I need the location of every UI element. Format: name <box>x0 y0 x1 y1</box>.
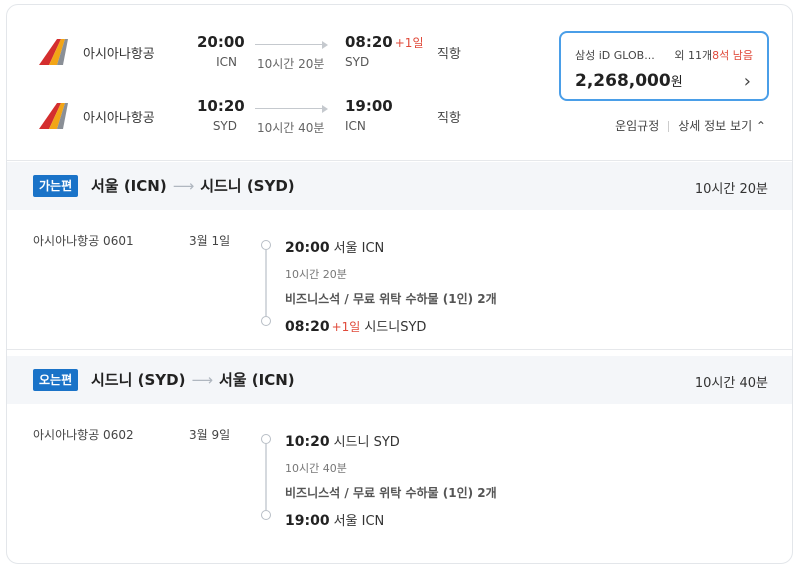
flight-number: 아시아나항공 0601 <box>33 234 134 248</box>
fare-rules-link[interactable]: 운임규정 <box>615 119 659 133</box>
arrival-time: 08:20 +1일 <box>345 33 424 51</box>
departure-dot <box>261 240 271 250</box>
timeline-line <box>265 444 267 510</box>
flight-date: 3월 1일 <box>189 234 231 248</box>
flight-duration: 10시간 40분 <box>257 121 325 135</box>
flight-number: 아시아나항공 0602 <box>33 428 134 442</box>
flight-date: 3월 9일 <box>189 428 231 442</box>
seats-left: 8석 남음 <box>712 49 753 62</box>
segment-duration: 10시간 20분 <box>694 182 768 197</box>
summary-row-inbound[interactable]: 아시아나항공 10:20 SYD 10시간 40분 19:00 ICN 직항 <box>7 97 567 137</box>
departure-time: 10:20 시드니 SYD <box>285 434 400 450</box>
stops-label: 직항 <box>437 47 461 62</box>
segment-header-inbound: 오는편 시드니 (SYD) ⟶ 서울 (ICN) 10시간 40분 <box>7 356 792 404</box>
details-toggle-link[interactable]: 상세 정보 보기 ⌃ <box>678 119 766 133</box>
arrival-dot <box>261 510 271 520</box>
departure-time: 20:00 <box>197 33 245 51</box>
segment-route: 시드니 (SYD) ⟶ 서울 (ICN) <box>91 371 295 389</box>
detail-links: 운임규정 상세 정보 보기 ⌃ <box>615 117 766 134</box>
segment-badge: 가는편 <box>33 175 79 197</box>
segment-header-outbound: 가는편 서울 (ICN) ⟶ 시드니 (SYD) 10시간 20분 <box>7 162 792 210</box>
departure-place: 시드니 SYD <box>333 435 400 450</box>
segment-route: 서울 (ICN) ⟶ 시드니 (SYD) <box>91 177 295 195</box>
departure-time: 20:00 서울 ICN <box>285 240 385 256</box>
arrival-place: 시드니SYD <box>364 320 427 335</box>
timeline-line <box>265 250 267 316</box>
stops-label: 직항 <box>437 111 461 126</box>
arrival-place: 서울 ICN <box>333 514 385 529</box>
route-arrow-icon <box>255 41 329 49</box>
price-select-button[interactable]: 삼성 iD GLOB... 외 11개8석 남음 2,268,000원 › <box>559 31 769 101</box>
departure-dot <box>261 434 271 444</box>
arrival-time: 19:00 서울 ICN <box>285 513 385 529</box>
asiana-logo-icon <box>39 39 68 65</box>
arrival-code: SYD <box>345 55 370 69</box>
other-vendors-count: 외 11개8석 남음 <box>674 49 753 62</box>
segment-duration: 10시간 40분 <box>694 376 768 391</box>
flight-timeline <box>261 234 271 326</box>
flight-duration: 10시간 20분 <box>257 57 325 71</box>
next-day-badge: +1일 <box>394 36 424 50</box>
arrival-code: ICN <box>345 119 366 133</box>
arrival-time: 08:20 +1일 시드니SYD <box>285 319 427 335</box>
flight-duration: 10시간 40분 <box>285 462 347 475</box>
arrival-dot <box>261 316 271 326</box>
arrival-time: 19:00 <box>345 97 393 115</box>
segment-detail-outbound: 아시아나항공 0601 3월 1일 20:00 서울 ICN 10시간 20분 비… <box>7 210 792 350</box>
vendor-name: 삼성 iD GLOB... <box>575 49 655 62</box>
summary-row-outbound[interactable]: 아시아나항공 20:00 ICN 10시간 20분 08:20 +1일 SYD 직… <box>7 33 567 73</box>
route-arrow-icon: ⟶ <box>172 177 195 195</box>
airline-name: 아시아나항공 <box>83 47 155 62</box>
segment-badge: 오는편 <box>33 369 79 391</box>
airline-name: 아시아나항공 <box>83 111 155 126</box>
cabin-baggage-info: 비즈니스석 / 무료 위탁 수하물 (1인) 2개 <box>285 486 497 500</box>
flight-timeline <box>261 428 271 520</box>
departure-place: 서울 ICN <box>333 241 385 256</box>
asiana-logo-icon <box>39 103 68 129</box>
flight-result-card: 아시아나항공 20:00 ICN 10시간 20분 08:20 +1일 SYD 직… <box>6 4 793 564</box>
departure-time: 10:20 <box>197 97 245 115</box>
price-amount: 2,268,000원 <box>575 71 683 91</box>
next-day-badge: +1일 <box>331 320 361 334</box>
chevron-right-icon: › <box>743 71 751 92</box>
cabin-baggage-info: 비즈니스석 / 무료 위탁 수하물 (1인) 2개 <box>285 292 497 306</box>
divider <box>668 121 670 132</box>
flight-duration: 10시간 20분 <box>285 268 347 281</box>
segment-detail-inbound: 아시아나항공 0602 3월 9일 10:20 시드니 SYD 10시간 40분 … <box>7 404 792 544</box>
route-arrow-icon <box>255 105 329 113</box>
departure-code: SYD <box>212 119 237 133</box>
route-arrow-icon: ⟶ <box>191 371 213 389</box>
departure-code: ICN <box>216 55 237 69</box>
itinerary-summary: 아시아나항공 20:00 ICN 10시간 20분 08:20 +1일 SYD 직… <box>7 5 792 161</box>
